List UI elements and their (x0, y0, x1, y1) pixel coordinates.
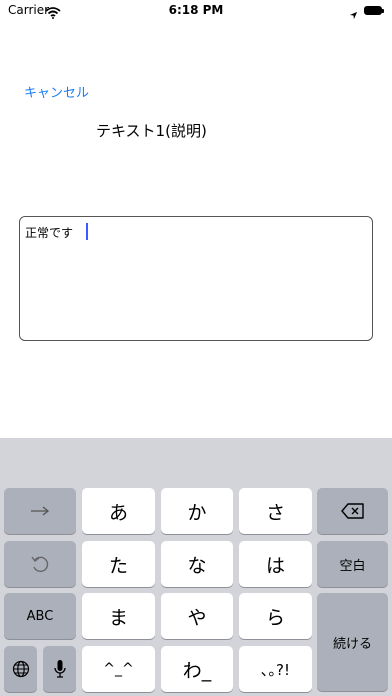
status-bar: Carrier 6:18 PM (0, 0, 392, 22)
cancel-button[interactable]: キャンセル (24, 82, 89, 101)
page-title: テキスト1(説明) (96, 122, 207, 140)
japanese-kana-keyboard: あ か さ た な は 空白 ABC ま や ら 続ける ^_^ わ_ ､｡?! (0, 438, 392, 696)
text-cursor (86, 223, 88, 240)
key-ha[interactable]: は (239, 541, 312, 587)
emoticon-key[interactable]: ^_^ (82, 646, 155, 692)
undo-key[interactable] (4, 541, 76, 587)
continue-key[interactable]: 続ける (317, 593, 388, 691)
dictation-key[interactable] (43, 646, 76, 692)
globe-key[interactable] (4, 646, 37, 692)
next-candidate-arrow-key[interactable] (4, 488, 76, 534)
space-key[interactable]: 空白 (317, 541, 388, 587)
key-ya[interactable]: や (161, 593, 233, 639)
key-ra[interactable]: ら (239, 593, 312, 639)
abc-key[interactable]: ABC (4, 593, 76, 639)
arrow-right-icon (30, 506, 50, 516)
punctuation-key[interactable]: ､｡?! (239, 646, 312, 692)
undo-icon (30, 554, 50, 574)
description-text-area[interactable]: 正常です (19, 216, 373, 341)
battery-icon (364, 6, 384, 16)
text-area-value: 正常です (25, 226, 74, 240)
clock-time: 6:18 PM (168, 3, 224, 17)
globe-icon (12, 660, 30, 678)
microphone-icon (53, 659, 67, 679)
key-ta[interactable]: た (82, 541, 155, 587)
backspace-icon (340, 503, 365, 519)
key-sa[interactable]: さ (239, 488, 312, 534)
location-arrow-icon (349, 5, 358, 24)
key-ma[interactable]: ま (82, 593, 155, 639)
key-na[interactable]: な (161, 541, 233, 587)
key-wa[interactable]: わ_ (161, 646, 233, 692)
key-ka[interactable]: か (161, 488, 233, 534)
key-a[interactable]: あ (82, 488, 155, 534)
delete-key[interactable] (317, 488, 388, 534)
